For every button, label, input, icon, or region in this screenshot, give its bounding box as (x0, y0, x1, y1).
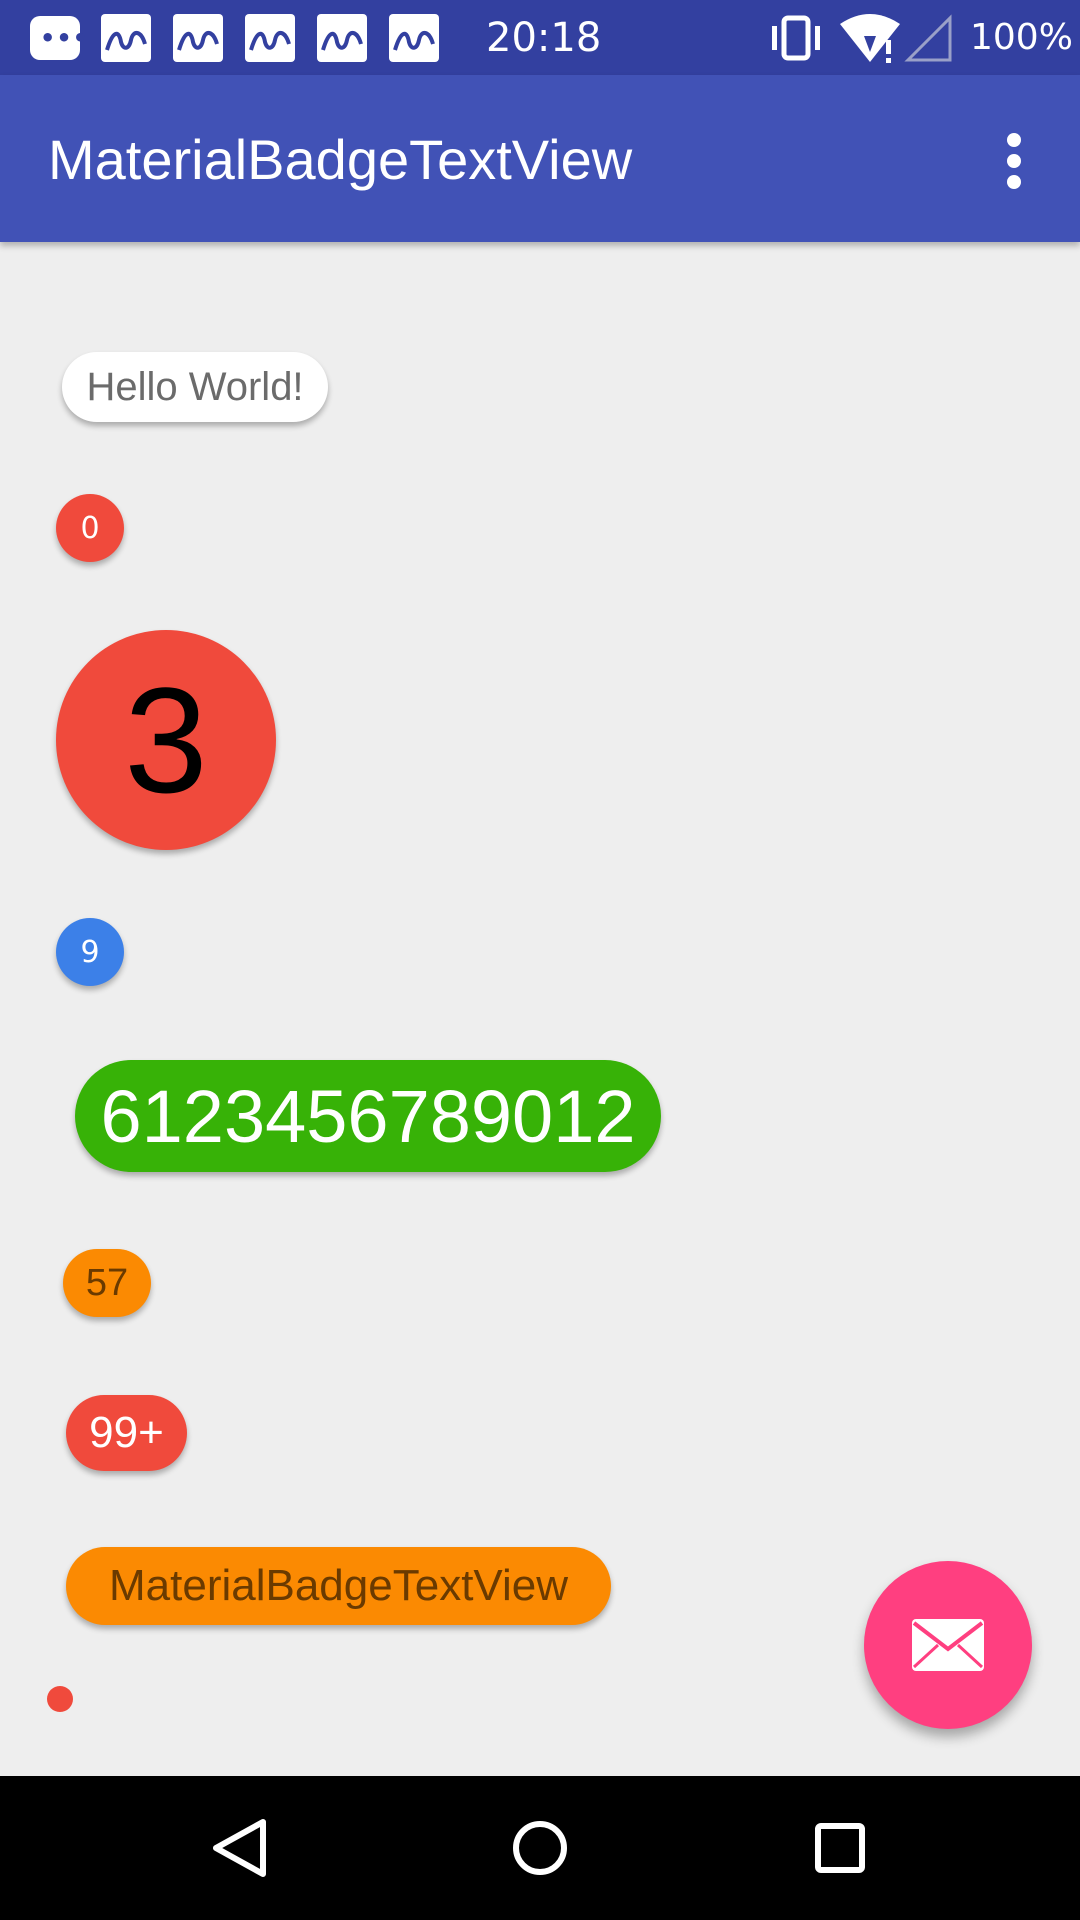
app-notification-icon (245, 14, 295, 62)
badge-fifty-seven: 57 (63, 1249, 151, 1317)
overflow-menu-icon[interactable] (990, 133, 1038, 189)
app-notification-icon (173, 14, 223, 62)
home-icon[interactable] (490, 1798, 590, 1898)
badge-three: 3 (56, 630, 276, 850)
badge-long-number: 6123456789012 (75, 1060, 661, 1172)
badge-nine: 9 (56, 918, 124, 986)
app-notification-icon (389, 14, 439, 62)
badge-ninety-nine-plus: 99+ (66, 1395, 187, 1471)
mail-fab-button[interactable] (864, 1561, 1032, 1729)
badge-zero: 0 (56, 494, 124, 562)
badge-dot (47, 1686, 73, 1712)
cell-signal-icon (904, 14, 952, 62)
vibrate-icon (772, 15, 820, 61)
badge-hello-world: Hello World! (62, 352, 328, 422)
back-icon[interactable] (191, 1798, 291, 1898)
recents-icon[interactable] (790, 1798, 890, 1898)
status-time: 20:18 (486, 15, 602, 61)
navigation-bar (0, 1776, 1080, 1920)
status-bar: ••• 20:18 100% (0, 0, 1080, 75)
app-bar: MaterialBadgeTextView (0, 75, 1080, 242)
app-notification-icon (317, 14, 367, 62)
mail-icon (912, 1619, 984, 1671)
app-title: MaterialBadgeTextView (48, 128, 633, 191)
message-notification-icon: ••• (30, 16, 88, 60)
badge-library-name: MaterialBadgeTextView (66, 1547, 611, 1625)
battery-text: 100% (970, 17, 1073, 58)
app-notification-icon (101, 14, 151, 62)
wifi-icon (840, 14, 900, 63)
